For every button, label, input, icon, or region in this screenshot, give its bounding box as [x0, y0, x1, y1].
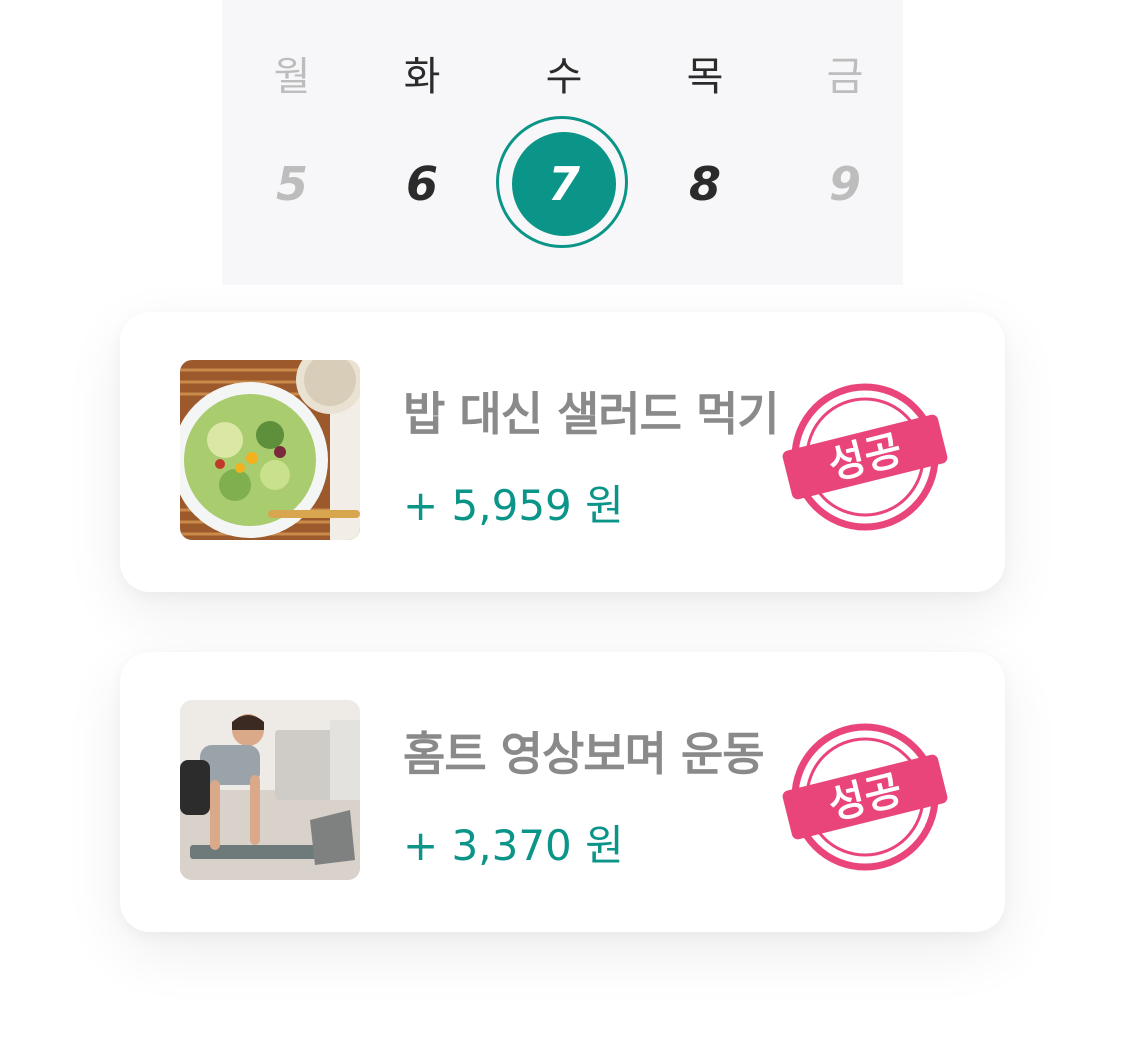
day-tue[interactable]: 화 6 — [352, 0, 492, 285]
day-wed[interactable]: 수 7 — [494, 0, 634, 285]
stamp-text: 성공 — [824, 767, 907, 829]
task-card[interactable]: 밥 대신 샐러드 먹기 + 5,959 원 성공 — [120, 312, 1005, 592]
reward-amount: + 3,370 원 — [403, 821, 624, 870]
day-fri[interactable]: 금 9 — [775, 0, 915, 285]
weekday-label: 월 — [273, 54, 311, 100]
task-title: 밥 대신 샐러드 먹기 — [403, 387, 780, 441]
task-title: 홈트 영상보며 운동 — [403, 727, 765, 781]
reward-amount: + 5,959 원 — [403, 481, 624, 530]
selected-date[interactable]: 7 — [496, 116, 628, 248]
date-number[interactable]: 9 — [793, 132, 897, 236]
success-stamp: 성공 — [780, 722, 950, 872]
salad-photo — [180, 360, 360, 540]
task-card[interactable]: 홈트 영상보며 운동 + 3,370 원 성공 — [120, 652, 1005, 932]
stamp-text: 성공 — [824, 427, 907, 489]
week-calendar: 월 5 화 6 수 7 목 8 금 9 — [222, 0, 903, 285]
weekday-label: 화 — [403, 54, 441, 100]
date-number[interactable]: 6 — [370, 132, 474, 236]
workout-photo — [180, 700, 360, 880]
weekday-label: 금 — [826, 54, 864, 100]
weekday-label: 수 — [545, 54, 583, 100]
success-stamp: 성공 — [780, 382, 950, 532]
date-number[interactable]: 5 — [240, 132, 344, 236]
day-mon[interactable]: 월 5 — [222, 0, 362, 285]
day-thu[interactable]: 목 8 — [635, 0, 775, 285]
weekday-label: 목 — [686, 54, 724, 100]
date-number[interactable]: 8 — [653, 132, 757, 236]
